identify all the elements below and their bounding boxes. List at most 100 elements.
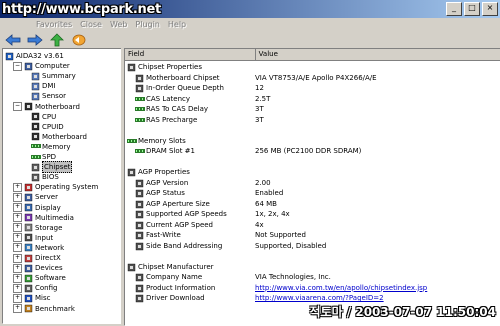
group-row[interactable]: Memory Slots — [125, 136, 500, 146]
tree-item-bios[interactable]: BIOS — [21, 172, 59, 182]
tree-item-label: Summary — [42, 72, 76, 81]
tree-expander[interactable]: + — [13, 182, 22, 192]
table-row[interactable]: Fast-Write Not Supported — [125, 230, 500, 240]
tree-expander[interactable]: + — [13, 304, 22, 313]
tree-expander[interactable]: + — [13, 253, 22, 263]
tree-item-software[interactable]: + Software — [13, 273, 66, 283]
tree-item-directx[interactable]: + DirectX — [13, 253, 61, 263]
up-button[interactable] — [48, 32, 66, 47]
close-button[interactable]: × — [482, 2, 498, 16]
chipset-icon — [31, 163, 40, 172]
menu-help[interactable]: Help — [168, 18, 186, 31]
menu-favorites[interactable]: Favorites — [36, 18, 72, 31]
tree-item-motherboard[interactable]: − Motherboard — [13, 102, 80, 112]
tree-item-misc[interactable]: + Misc — [13, 293, 50, 303]
tree-expander[interactable]: + — [13, 233, 22, 243]
column-field[interactable]: Field — [125, 49, 256, 60]
tree-item-display[interactable]: + Display — [13, 203, 61, 213]
directx-icon — [24, 254, 33, 263]
group-row[interactable]: Chipset Properties — [125, 62, 500, 72]
tree-expander[interactable]: + — [13, 283, 22, 293]
tree-item-computer[interactable]: − Computer — [13, 61, 70, 71]
tree-item-cpu[interactable]: CPU — [21, 112, 56, 122]
value-link[interactable]: http://www.viaarena.com/?PageID=2 — [255, 293, 384, 303]
table-row[interactable]: Product Information http://www.via.com.tw… — [125, 283, 500, 293]
back-button[interactable] — [4, 33, 22, 47]
tree-expander[interactable]: + — [13, 293, 22, 303]
bios-icon — [31, 173, 40, 182]
tree-item-cpuid[interactable]: CPUID — [21, 122, 64, 132]
table-row[interactable]: CAS Latency 2.5T — [125, 94, 500, 104]
table-row[interactable]: AGP Status Enabled — [125, 188, 500, 198]
tree-expander[interactable]: − — [13, 61, 22, 71]
tree-expander[interactable]: + — [13, 243, 22, 253]
tree-expander[interactable]: + — [13, 203, 22, 212]
agp-group-icon — [127, 168, 136, 177]
tree-item-label: Benchmark — [35, 304, 75, 313]
tree-item-devices[interactable]: + Devices — [13, 263, 63, 273]
tree-item-summary[interactable]: Summary — [21, 71, 76, 81]
tree-item-storage[interactable]: + Storage — [13, 223, 62, 233]
table-row[interactable]: RAS Precharge 3T — [125, 115, 500, 125]
tree-item-aida32-v3-61[interactable]: AIDA32 v3.61 — [5, 51, 64, 61]
tree-item-chipset[interactable]: Chipset — [21, 161, 73, 174]
minimize-button[interactable]: _ — [446, 2, 462, 16]
summary-icon — [31, 72, 40, 81]
group-row[interactable]: AGP Properties — [125, 167, 500, 177]
menu-bar: Favorites Close Web Plugin Help — [0, 18, 500, 31]
forward-button[interactable] — [26, 33, 44, 47]
table-row[interactable]: Driver Download http://www.viaarena.com/?… — [125, 293, 500, 303]
table-row[interactable]: AGP Aperture Size 64 MB — [125, 199, 500, 209]
column-value[interactable]: Value — [256, 49, 500, 60]
ram-icon — [127, 137, 137, 145]
tree-expander[interactable]: + — [13, 223, 22, 233]
group-row[interactable]: Chipset Manufacturer — [125, 262, 500, 272]
table-row[interactable]: AGP Version 2.00 — [125, 178, 500, 188]
misc-icon — [24, 294, 33, 303]
table-row[interactable]: Side Band Addressing Supported, Disabled — [125, 241, 500, 251]
tree-expander[interactable]: + — [13, 263, 22, 273]
tree-item-benchmark[interactable]: + Benchmark — [13, 304, 75, 314]
details-panel: Field Value Chipset Properties Motherboar… — [124, 48, 500, 326]
menu-close[interactable]: Close — [80, 18, 102, 31]
tree-item-server[interactable]: + Server — [13, 192, 58, 202]
table-row[interactable]: Current AGP Speed 4x — [125, 220, 500, 230]
tree-item-memory[interactable]: Memory — [21, 142, 70, 152]
table-row[interactable]: DRAM Slot #1 256 MB (PC2100 DDR SDRAM) — [125, 146, 500, 156]
tree-item-network[interactable]: + Network — [13, 243, 64, 253]
tree-item-sensor[interactable]: Sensor — [21, 91, 66, 101]
tree-item-multimedia[interactable]: + Multimedia — [13, 213, 74, 223]
chip-icon — [135, 273, 144, 282]
table-row[interactable]: Company Name VIA Technologies, Inc. — [125, 272, 500, 282]
menu-web[interactable]: Web — [110, 18, 127, 31]
tree-expander[interactable]: + — [13, 273, 22, 283]
tree-expander[interactable]: + — [13, 213, 22, 223]
table-row[interactable]: Supported AGP Speeds 1x, 2x, 4x — [125, 209, 500, 219]
table-row[interactable]: Motherboard Chipset VIA VT8753/A/E Apollo… — [125, 73, 500, 83]
tree-item-label: AIDA32 v3.61 — [16, 52, 64, 60]
chip-icon — [135, 74, 144, 82]
field-text: In-Order Queue Depth — [146, 84, 224, 92]
tree-item-config[interactable]: + Config — [13, 283, 57, 293]
table-row[interactable]: In-Order Queue Depth 12 — [125, 83, 500, 93]
value-text: 2.00 — [255, 178, 271, 187]
tree-item-dmi[interactable]: DMI — [21, 81, 56, 91]
board-icon — [31, 132, 40, 141]
tree-expander[interactable]: + — [13, 192, 22, 202]
menu-plugin[interactable]: Plugin — [135, 18, 160, 31]
blank-row — [125, 251, 500, 261]
table-row[interactable]: RAS To CAS Delay 3T — [125, 104, 500, 114]
maximize-button[interactable]: □ — [464, 2, 480, 16]
value-text: Not Supported — [255, 231, 306, 239]
field-text: Chipset Properties — [138, 63, 203, 71]
tree-item-operating-system[interactable]: + Operating System — [13, 182, 98, 192]
tree-expander[interactable]: − — [13, 102, 22, 111]
field-text: AGP Status — [146, 189, 185, 197]
tree-item-input[interactable]: + Input — [13, 233, 53, 243]
os-icon — [24, 183, 33, 192]
field-text: DRAM Slot #1 — [146, 147, 195, 155]
tree-item-motherboard[interactable]: Motherboard — [21, 132, 87, 142]
value-link[interactable]: http://www.via.com.tw/en/apollo/chipseti… — [255, 283, 427, 293]
chip-icon — [135, 242, 144, 250]
refresh-button[interactable] — [70, 33, 88, 47]
